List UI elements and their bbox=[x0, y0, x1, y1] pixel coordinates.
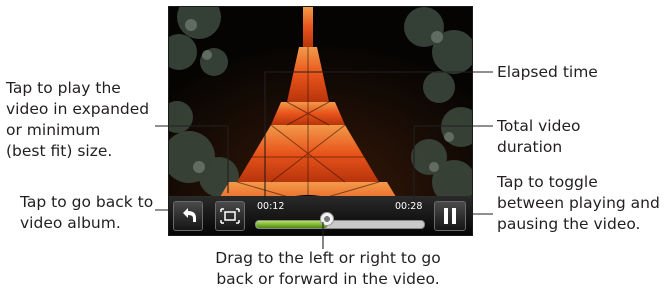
leader-lines bbox=[155, 71, 493, 249]
leader-expand bbox=[155, 125, 229, 193]
leader-total bbox=[413, 125, 493, 202]
leader-elapsed bbox=[264, 71, 493, 202]
